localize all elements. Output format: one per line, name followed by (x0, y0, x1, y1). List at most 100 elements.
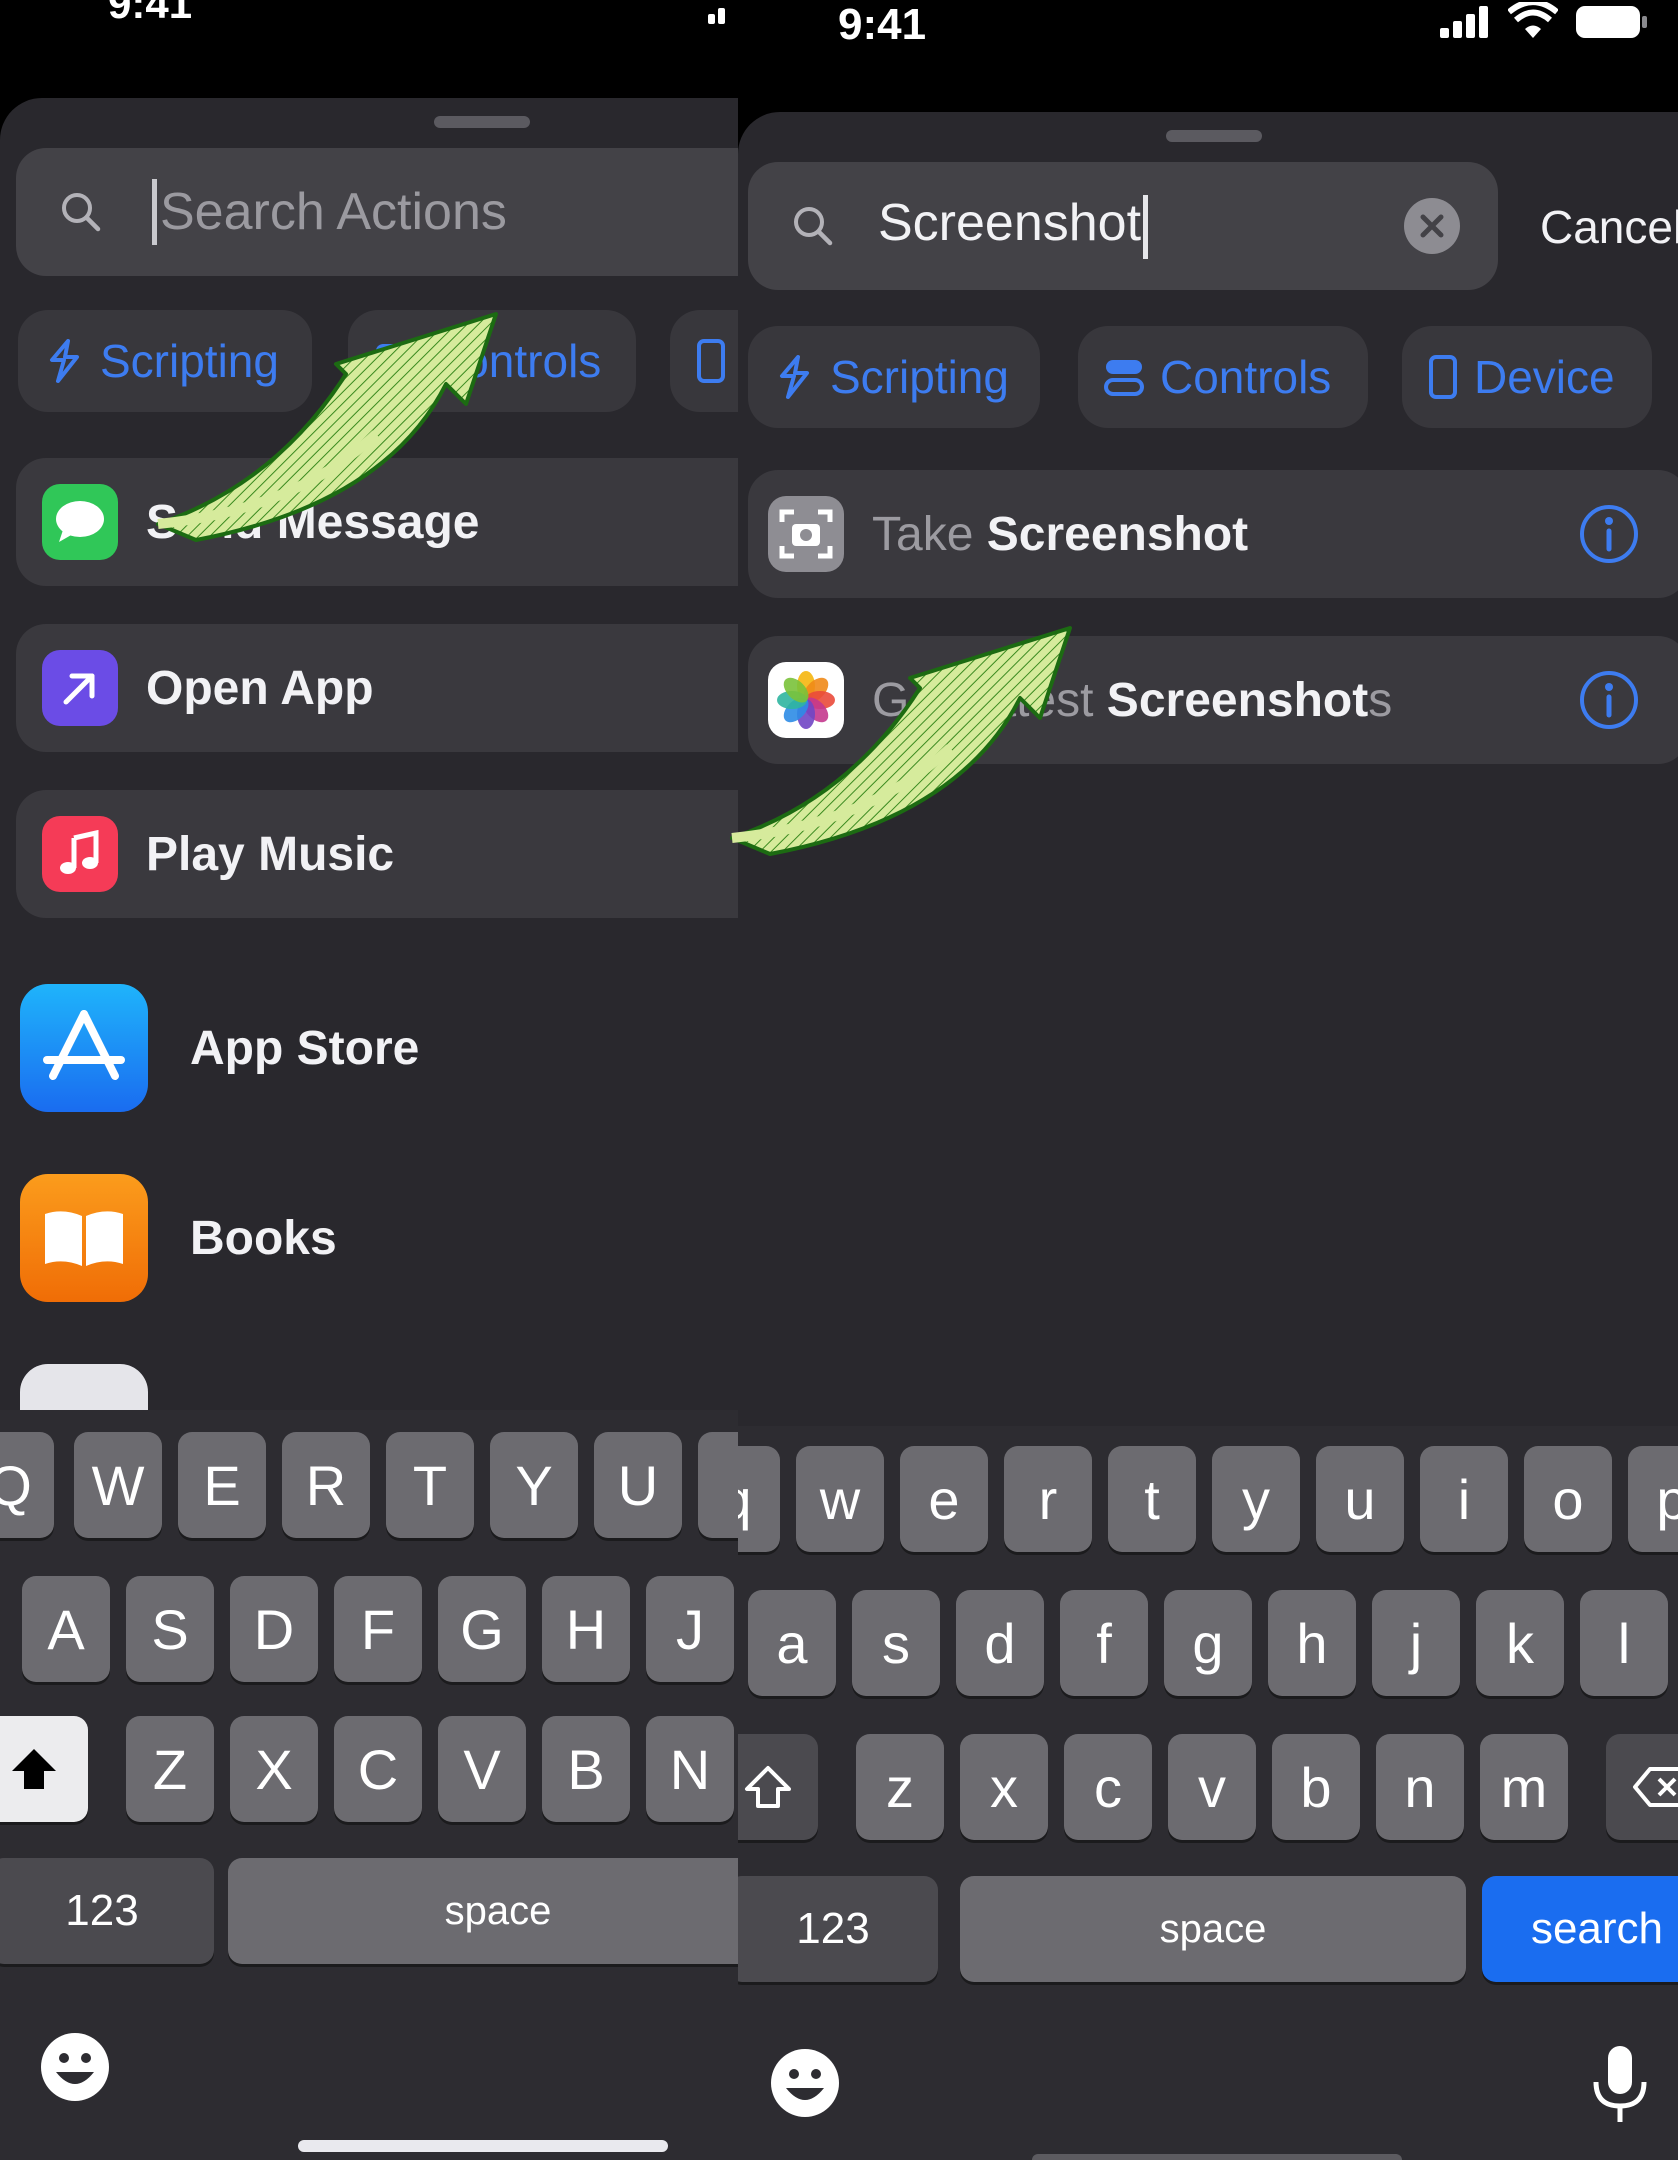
key-j[interactable]: j (1372, 1590, 1460, 1696)
scripting-icon (50, 339, 79, 383)
key-n[interactable]: n (1376, 1734, 1464, 1840)
key-z[interactable]: Z (126, 1716, 214, 1822)
key-i[interactable]: i (1420, 1446, 1508, 1552)
chip-label: Controls (1160, 351, 1332, 403)
chip-device[interactable] (670, 310, 738, 412)
books-icon (20, 1174, 148, 1302)
key-e[interactable]: e (900, 1446, 988, 1552)
cancel-button[interactable]: Cancel (1540, 200, 1678, 254)
action-label: Play Music (146, 827, 395, 881)
key-r[interactable]: r (1004, 1446, 1092, 1552)
app-label: App Store (190, 1021, 420, 1075)
key-l[interactable]: l (1580, 1590, 1668, 1696)
chip-scripting[interactable]: Scripting (748, 326, 1040, 428)
key-h[interactable]: H (542, 1576, 630, 1682)
status-time: 9:41 (108, 0, 193, 27)
annotation-arrow-right (730, 626, 1072, 856)
key-f[interactable]: f (1060, 1590, 1148, 1696)
key-a[interactable]: A (22, 1576, 110, 1682)
key-t[interactable]: T (386, 1432, 474, 1538)
search-field[interactable]: Search Actions (16, 148, 738, 276)
space-key[interactable]: space (960, 1876, 1466, 1982)
open-app-icon (42, 650, 118, 726)
key-x[interactable]: x (960, 1734, 1048, 1840)
sheet-grabber[interactable] (434, 116, 530, 128)
app-label: Books (190, 1211, 337, 1265)
key-r[interactable]: R (282, 1432, 370, 1538)
key-y[interactable]: y (1212, 1446, 1300, 1552)
key-y[interactable]: Y (490, 1432, 578, 1538)
key-a[interactable]: a (748, 1590, 836, 1696)
key-c[interactable]: C (334, 1716, 422, 1822)
emoji-icon[interactable] (38, 2030, 112, 2104)
music-note-icon (42, 816, 118, 892)
app-row-app-store[interactable]: App Store (20, 984, 419, 1112)
search-field[interactable]: Screenshot (748, 162, 1498, 290)
key-b[interactable]: b (1272, 1734, 1360, 1840)
key-i[interactable]: I (698, 1432, 738, 1538)
key-n[interactable]: N (646, 1716, 734, 1822)
info-icon[interactable] (1578, 503, 1640, 565)
result-take-screenshot[interactable]: Take Screenshot (748, 470, 1678, 598)
key-s[interactable]: S (126, 1576, 214, 1682)
emoji-icon[interactable] (768, 2046, 842, 2120)
key-d[interactable]: d (956, 1590, 1044, 1696)
controls-icon (1104, 360, 1144, 396)
key-z[interactable]: z (856, 1734, 944, 1840)
key-s[interactable]: s (852, 1590, 940, 1696)
key-k[interactable]: k (1476, 1590, 1564, 1696)
app-store-icon (20, 984, 148, 1112)
key-q[interactable]: Q (0, 1432, 54, 1538)
search-value: Screenshot (878, 194, 1142, 253)
chip-controls[interactable]: Controls (1078, 326, 1368, 428)
signal-icon (708, 4, 738, 24)
key-j[interactable]: J (646, 1576, 734, 1682)
search-key[interactable]: search (1482, 1876, 1678, 1982)
key-m[interactable]: m (1480, 1734, 1568, 1840)
key-u[interactable]: u (1316, 1446, 1404, 1552)
numbers-key[interactable]: 123 (0, 1858, 214, 1964)
key-t[interactable]: t (1108, 1446, 1196, 1552)
action-play-music[interactable]: Play Music (16, 790, 738, 918)
delete-key[interactable] (1606, 1734, 1678, 1840)
key-e[interactable]: E (178, 1432, 266, 1538)
space-key[interactable]: space (228, 1858, 738, 1964)
cellular-signal-icon (1440, 4, 1496, 38)
app-row-books[interactable]: Books (20, 1174, 337, 1302)
shift-key[interactable] (738, 1734, 818, 1840)
key-h[interactable]: h (1268, 1590, 1356, 1696)
key-d[interactable]: D (230, 1576, 318, 1682)
key-g[interactable]: g (1164, 1590, 1252, 1696)
wifi-icon (1508, 2, 1558, 38)
key-p[interactable]: p (1628, 1446, 1678, 1552)
search-placeholder[interactable]: Search Actions (160, 182, 507, 242)
search-input[interactable]: Screenshot (878, 193, 1149, 259)
clear-search-button[interactable] (1404, 198, 1460, 254)
search-icon (62, 193, 101, 232)
key-c[interactable]: c (1064, 1734, 1152, 1840)
battery-icon (1576, 6, 1648, 38)
key-v[interactable]: V (438, 1716, 526, 1822)
sheet-grabber[interactable] (1166, 130, 1262, 142)
delete-icon (1633, 1767, 1678, 1807)
result-label: Take Screenshot (872, 507, 1248, 562)
action-open-app[interactable]: Open App (16, 624, 738, 752)
shift-key[interactable] (0, 1716, 88, 1822)
key-g[interactable]: G (438, 1576, 526, 1682)
text-caret (152, 179, 157, 245)
numbers-key[interactable]: 123 (738, 1876, 938, 1982)
key-b[interactable]: B (542, 1716, 630, 1822)
chip-device[interactable]: Device (1402, 326, 1652, 428)
microphone-icon[interactable] (1590, 2044, 1650, 2128)
key-f[interactable]: F (334, 1576, 422, 1682)
info-icon[interactable] (1578, 669, 1640, 731)
key-x[interactable]: X (230, 1716, 318, 1822)
key-q[interactable]: q (738, 1446, 780, 1552)
key-w[interactable]: w (796, 1446, 884, 1552)
key-u[interactable]: U (594, 1432, 682, 1538)
key-w[interactable]: W (74, 1432, 162, 1538)
right-screen: 9:41 Screenshot Cancel Scripting Control… (738, 0, 1678, 2160)
key-o[interactable]: o (1524, 1446, 1612, 1552)
scripting-icon (780, 355, 809, 399)
key-v[interactable]: v (1168, 1734, 1256, 1840)
